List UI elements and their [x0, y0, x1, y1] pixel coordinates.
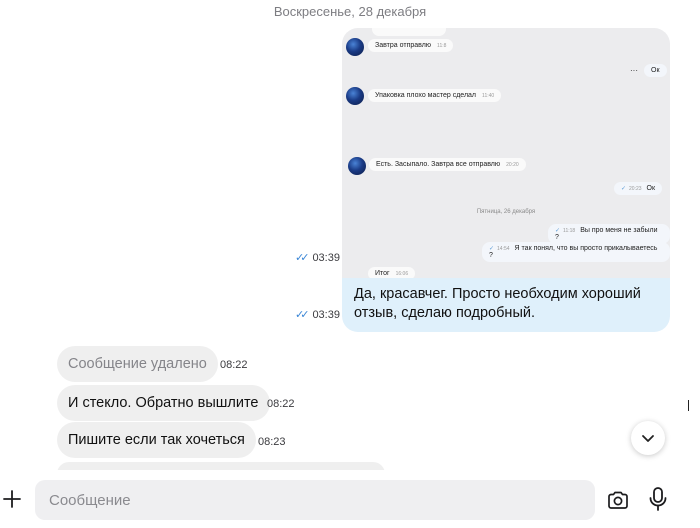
message-time: ✓✓ 03:39 — [295, 308, 340, 322]
screenshot-image-message[interactable]: Завтра отправлю 11:8 ··· Ок Упаковка плох… — [342, 28, 670, 278]
mini-dots: ··· — [630, 66, 638, 75]
composer — [0, 470, 700, 528]
mini-avatar — [346, 38, 364, 56]
incoming-message-bubble[interactable]: Пишите если так хочеться — [57, 422, 256, 458]
scrollbar[interactable] — [688, 400, 689, 411]
mini-bubble: Итог 16:06 — [368, 267, 416, 278]
message-time: ✓✓ 03:39 — [295, 251, 340, 265]
mini-bubble: Есть. Засыпало. Завтра все отправлю 20:20 — [369, 158, 526, 171]
mini-bubble: ✓ 11:18 Вы про меня не забыли ? — [548, 224, 670, 244]
incoming-message-deleted[interactable]: Сообщение удалено — [57, 346, 218, 382]
outgoing-message-bubble[interactable]: Да, красавчег. Просто необходим хороший … — [342, 278, 670, 332]
mini-check-icon: ✓ — [621, 186, 627, 192]
mini-cut-bubble — [372, 28, 446, 36]
message-input[interactable] — [35, 480, 595, 520]
mini-bubble: Завтра отправлю 11:8 — [368, 39, 454, 52]
plus-icon — [3, 490, 21, 508]
mini-bubble: Упаковка плохо мастер сделал 11:40 — [368, 89, 502, 102]
mini-avatar — [348, 157, 366, 175]
microphone-button[interactable] — [648, 486, 668, 512]
scroll-down-button[interactable] — [631, 421, 665, 455]
message-time: 08:23 — [258, 436, 286, 448]
message-time: 08:22 — [220, 359, 248, 371]
camera-button[interactable] — [606, 488, 630, 512]
mini-bubble: ✓ 14:54 Я так понял, что вы просто прикалы… — [482, 242, 670, 262]
double-check-icon: ✓✓ — [295, 309, 310, 321]
mini-date-separator: Пятница, 26 декабря — [476, 209, 536, 215]
camera-icon — [608, 491, 628, 509]
chevron-down-icon — [642, 435, 654, 442]
double-check-icon: ✓✓ — [295, 252, 310, 264]
attach-button[interactable] — [2, 489, 22, 509]
date-separator: Воскресенье, 28 декабря — [273, 4, 427, 19]
mini-bubble: ✓ 20:23 Ок — [614, 182, 663, 195]
mini-bubble: Ок — [644, 64, 667, 77]
incoming-message-bubble[interactable]: И стекло. Обратно вышлите — [57, 385, 270, 421]
message-time: 08:22 — [267, 398, 295, 410]
mini-avatar — [346, 87, 364, 105]
microphone-icon — [649, 487, 667, 511]
